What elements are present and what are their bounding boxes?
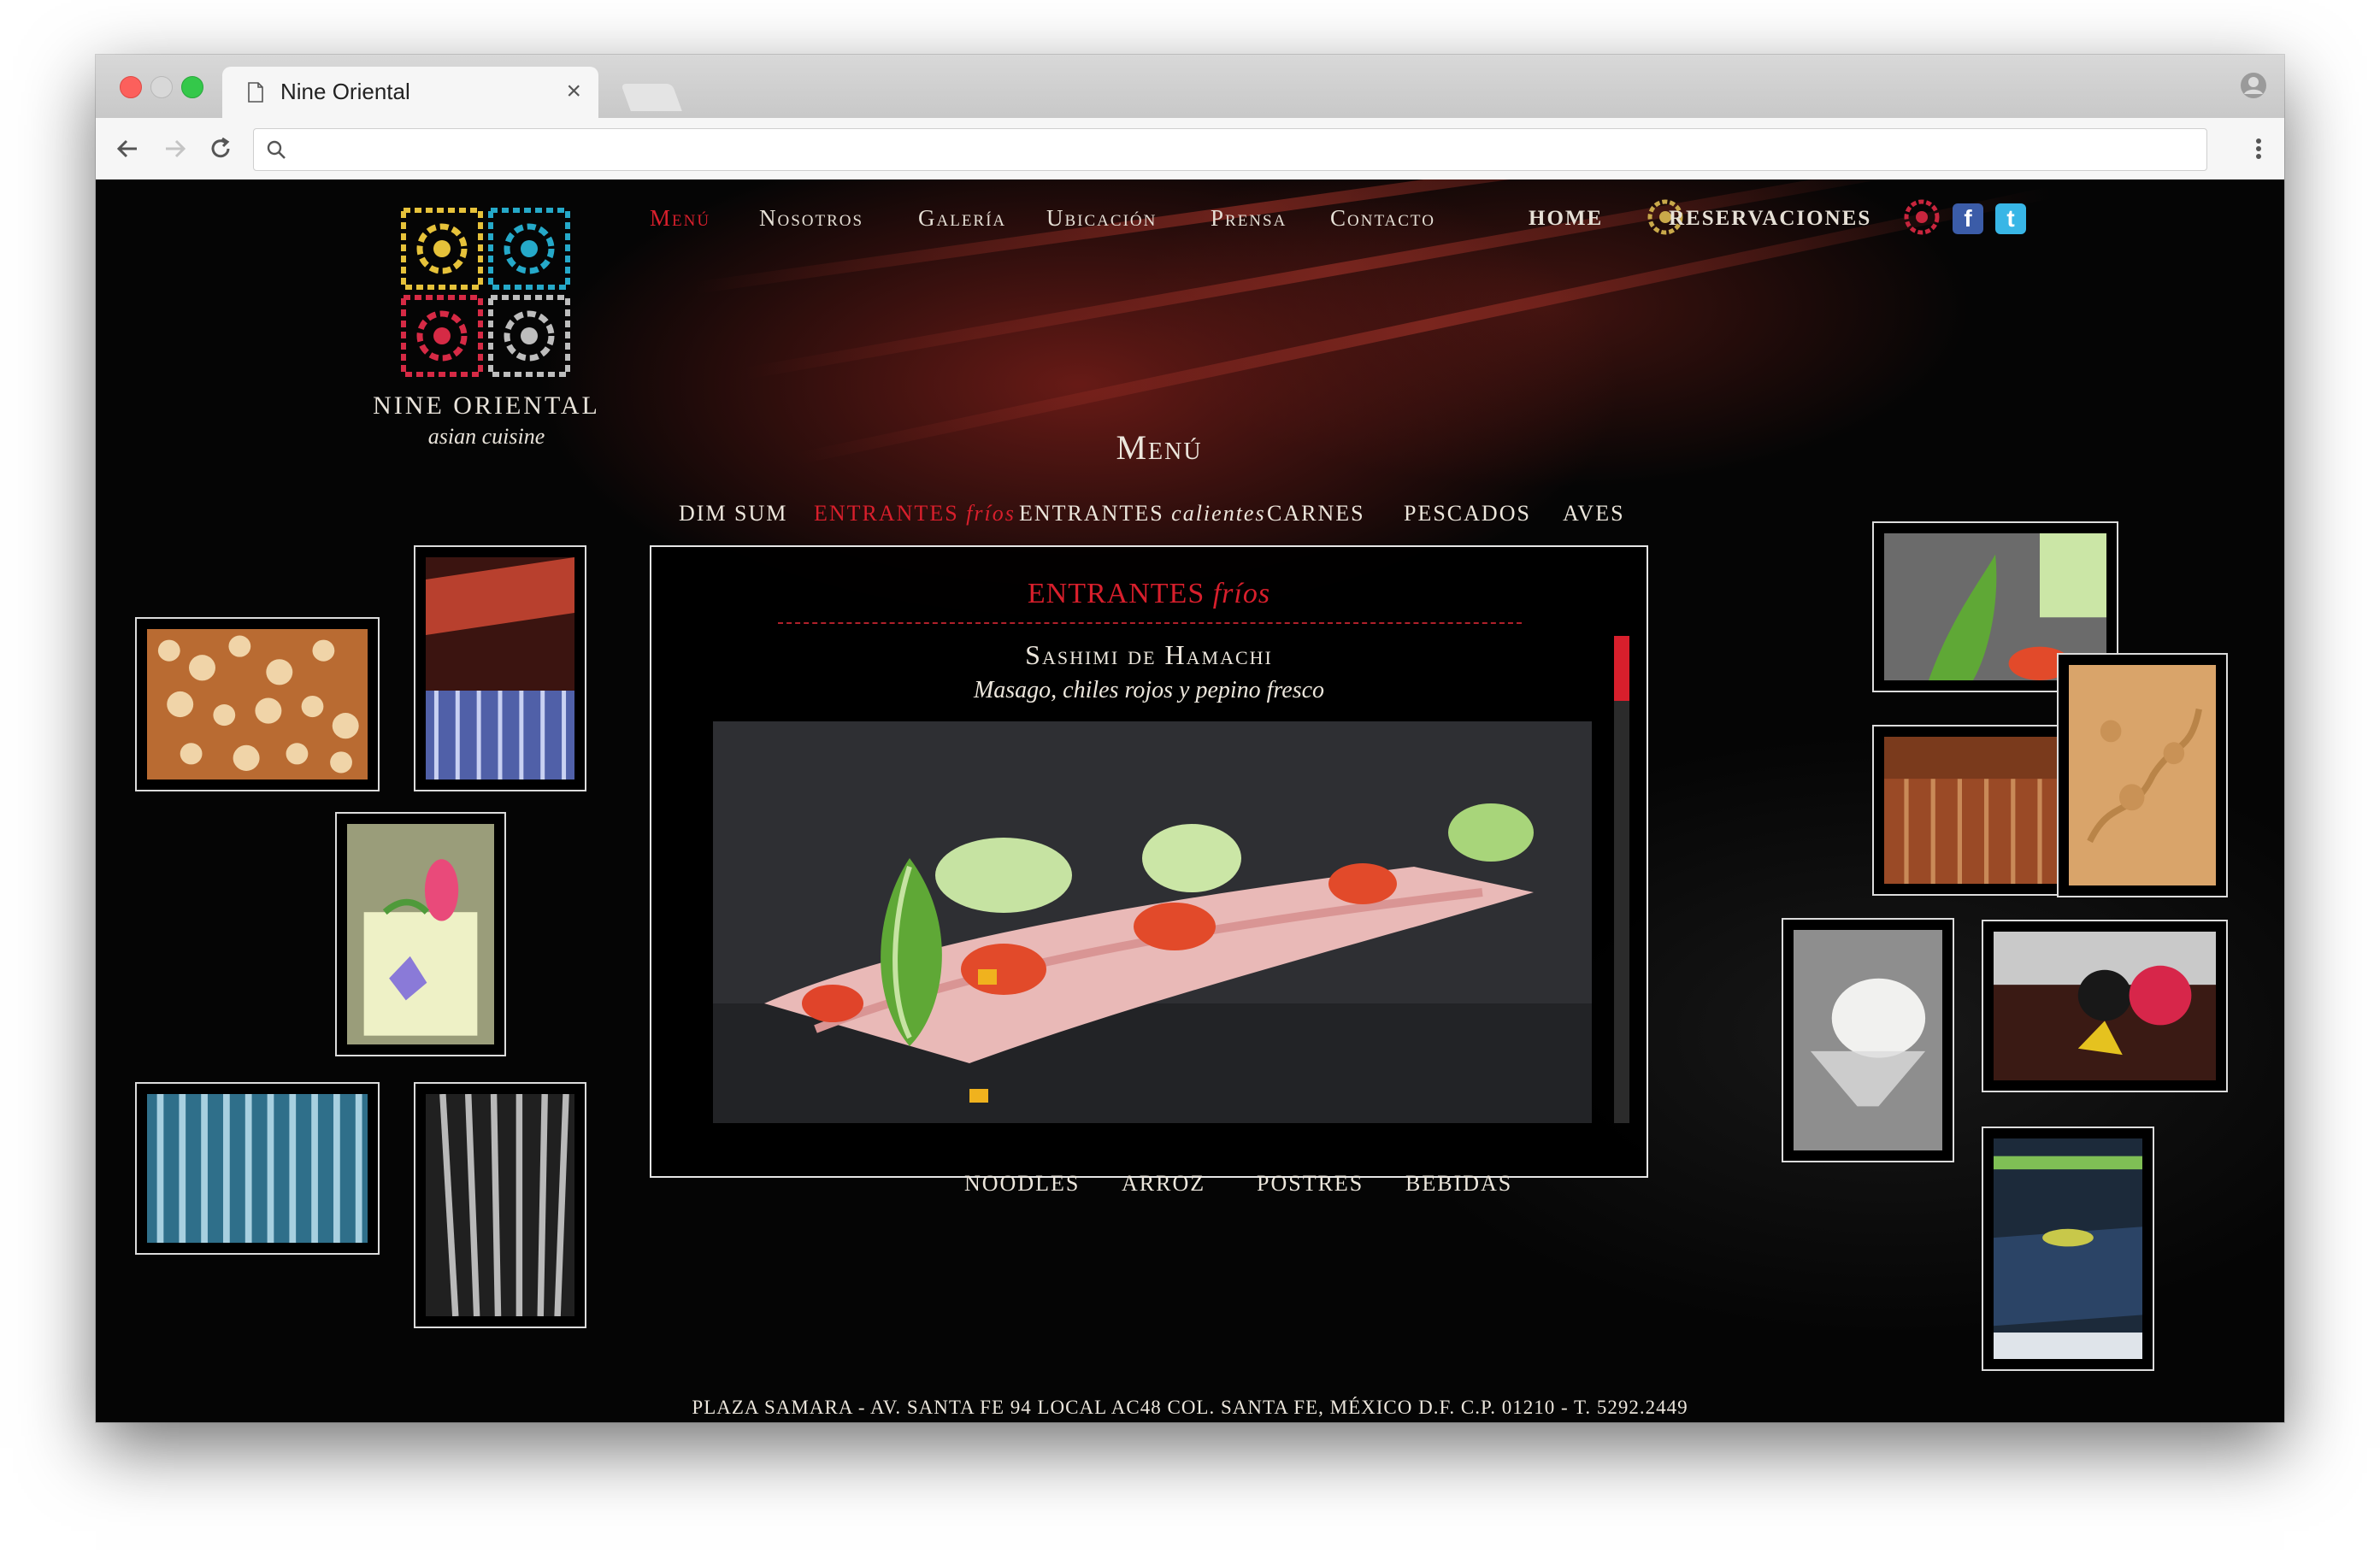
category-label: ENTRANTES [814,501,959,526]
nav-item-contacto[interactable]: Contacto [1330,205,1435,232]
panel-title-text: ENTRANTES [1027,578,1205,609]
logo-tile-red [401,295,483,377]
reload-button[interactable] [205,133,236,164]
category-italic: fríos [966,501,1016,526]
nav-item-ubicacion[interactable]: Ubicación [1046,205,1157,232]
menu-panel: ENTRANTES fríos Sashimi de Hamachi Masag… [650,545,1648,1178]
forward-button[interactable] [159,133,190,164]
close-window-button[interactable] [120,76,142,98]
search-icon [267,140,286,159]
category-label: ENTRANTES [1019,501,1164,526]
nav-home-link[interactable]: HOME [1529,207,1603,231]
nav-item-menu[interactable]: Menú [650,205,710,232]
nav-item-galeria[interactable]: Galería [918,205,1006,232]
thumbnail-wood-interior[interactable] [414,545,586,791]
thumbnail-blue-slats[interactable] [135,1082,380,1255]
category-entrantes-calientes[interactable]: ENTRANTES calientes [1019,501,1266,527]
thumbnail-napkin[interactable] [1982,1127,2154,1371]
thumbnail-carved-relief[interactable] [2057,653,2228,897]
category-aves[interactable]: AVES [1563,501,1625,527]
category-carnes[interactable]: CARNES [1267,501,1365,527]
category-italic: calientes [1171,501,1266,526]
nav-reservations-link[interactable]: RESERVACIONES [1669,207,1871,231]
new-tab-button[interactable] [621,84,682,111]
profile-icon[interactable] [2240,72,2267,99]
category-postres[interactable]: POSTRES [1257,1171,1364,1197]
logo-tile-yellow [401,208,483,290]
kebab-menu-icon[interactable] [2255,133,2262,164]
panel-scrollbar[interactable] [1614,636,1629,1123]
arrow-right-icon [166,139,186,158]
tab-close-icon[interactable]: × [566,77,581,106]
facebook-icon[interactable]: f [1953,203,1983,234]
category-pescados[interactable]: PESCADOS [1404,501,1531,527]
category-noodles[interactable]: NOODLES [964,1171,1080,1197]
address-bar[interactable] [253,128,2207,171]
thumbnail-dessert-glass[interactable] [1782,918,1954,1162]
thumbnail-grains[interactable] [135,617,380,791]
nav-item-prensa[interactable]: Prensa [1211,205,1287,232]
back-button[interactable] [113,133,144,164]
document-icon [248,82,263,103]
browser-window: Nine Oriental × NINE ORIENTAL asian cuis… [96,55,2284,1422]
thumbnail-cocktail[interactable] [335,812,506,1056]
browser-toolbar [96,118,2284,180]
reservations-ornament-icon [1904,199,1940,235]
dish-description: Masago, chiles rojos y pepino fresco [973,677,1325,703]
footer-address: PLAZA SAMARA - AV. SANTA FE 94 LOCAL AC4… [692,1397,1688,1418]
brand-tagline: asian cuisine [427,424,545,449]
reload-icon [211,137,230,158]
thumbnail-berries[interactable] [1982,920,2228,1092]
category-bebidas[interactable]: BEBIDAS [1405,1171,1512,1197]
web-page: NINE ORIENTAL asian cuisine Menú Nosotro… [96,179,2284,1422]
logo-tile-gray [488,295,570,377]
category-entrantes-frios[interactable]: ENTRANTES fríos [814,501,1016,527]
logo-tile-cyan [488,208,570,290]
category-dim-sum[interactable]: DIM SUM [679,501,787,527]
title-bar: Nine Oriental × [96,55,2284,118]
panel-title: ENTRANTES fríos [651,578,1647,610]
dish-photo [713,721,1592,1123]
twitter-icon[interactable]: t [1995,203,2026,234]
thumbnail-bamboo-rods[interactable] [414,1082,586,1328]
minimize-window-button[interactable] [150,76,173,98]
scroll-thumb[interactable] [1614,636,1629,701]
maximize-window-button[interactable] [181,76,203,98]
arrow-left-icon [116,139,137,158]
brand-name: NINE ORIENTAL [373,391,600,420]
browser-tab[interactable]: Nine Oriental × [222,67,598,118]
dashed-divider [778,622,1522,624]
nav-item-nosotros[interactable]: Nosotros [759,205,863,232]
nine-oriental-logo[interactable] [400,207,571,378]
tab-title: Nine Oriental [280,79,410,104]
dish-name: Sashimi de Hamachi [1025,639,1273,670]
category-arroz[interactable]: ARROZ [1122,1171,1205,1197]
panel-title-italic: fríos [1212,578,1271,609]
menu-heading: Menú [1116,428,1203,467]
